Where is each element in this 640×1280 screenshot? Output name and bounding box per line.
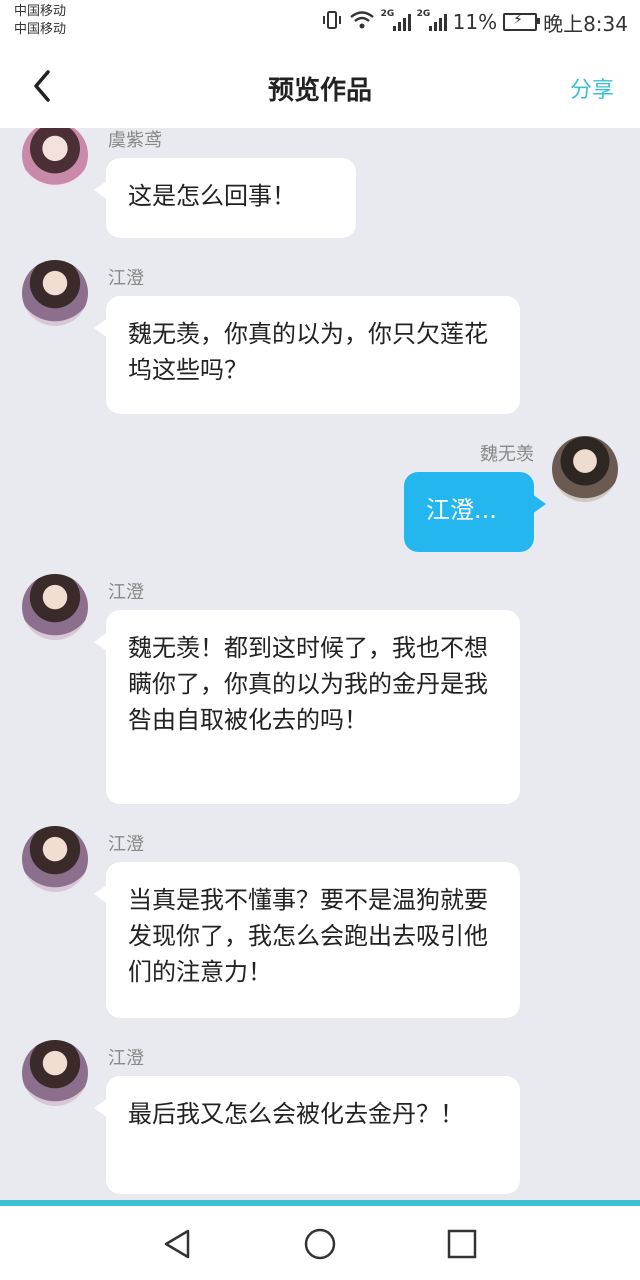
page-title: 预览作品 (267, 76, 372, 106)
message-bubble[interactable]: 最后我又怎么会被化去金丹？！ (94, 1076, 520, 1194)
message-bubble[interactable]: 当真是我不懂事？要不是温狗就要发现你了，我怎么会跑出去吸引他们的注意力！ (94, 862, 520, 1018)
home-circle-icon (304, 1228, 336, 1260)
message-bubble[interactable]: 魏无羡，你真的以为，你只欠莲花坞这些吗？ (94, 296, 520, 414)
sender-name: 虞紫鸢 (108, 130, 162, 151)
wifi-icon (349, 10, 375, 35)
sender-name: 江澄 (108, 834, 144, 855)
avatar[interactable] (552, 436, 618, 502)
clock: 晚上8:34 (543, 11, 628, 36)
sender-name: 江澄 (108, 268, 144, 289)
avatar[interactable] (22, 128, 88, 188)
back-triangle-icon (164, 1229, 190, 1259)
message-bubble[interactable]: 江澄... (404, 472, 546, 552)
avatar[interactable] (22, 826, 88, 892)
chat-area[interactable]: 虞紫鸢 这是怎么回事！ 江澄 魏无羡，你真的以为，你只欠莲花坞这些吗？ 魏无羡 … (0, 128, 640, 1200)
system-back-button[interactable] (160, 1226, 196, 1262)
sender-name: 江澄 (108, 1048, 144, 1069)
status-icons: 2G 2G 11% ⚡ 晚上8:34 (321, 9, 628, 36)
avatar[interactable] (22, 1040, 88, 1106)
system-home-button[interactable] (302, 1226, 338, 1262)
battery-percent: 11% (452, 10, 498, 34)
message-bubble[interactable]: 这是怎么回事！ (94, 158, 356, 238)
share-button[interactable]: 分享 (570, 72, 614, 104)
status-bar: 中国移动 中国移动 2G 2G 11% ⚡ 晚上8:34 (0, 0, 640, 48)
network-type-label: 2G (380, 9, 395, 19)
battery-charging-icon: ⚡ (503, 12, 541, 31)
avatar[interactable] (22, 260, 88, 326)
top-navbar: 预览作品 分享 (0, 48, 640, 128)
system-nav-bar (0, 1206, 640, 1280)
vibrate-icon (321, 10, 343, 35)
message-bubble[interactable]: 魏无羡！都到这时候了，我也不想瞒你了，你真的以为我的金丹是我咎由自取被化去的吗！ (94, 610, 520, 804)
sender-name: 魏无羡 (480, 444, 534, 465)
signal-icon: 2G (381, 9, 411, 31)
sender-name: 江澄 (108, 582, 144, 603)
system-recents-button[interactable] (444, 1226, 480, 1262)
carrier-label-1: 中国移动 (14, 4, 67, 19)
avatar[interactable] (22, 574, 88, 640)
recents-square-icon (447, 1229, 477, 1259)
carrier-label-2: 中国移动 (14, 22, 67, 37)
network-type-label: 2G (416, 9, 431, 19)
signal-icon: 2G (417, 9, 447, 31)
